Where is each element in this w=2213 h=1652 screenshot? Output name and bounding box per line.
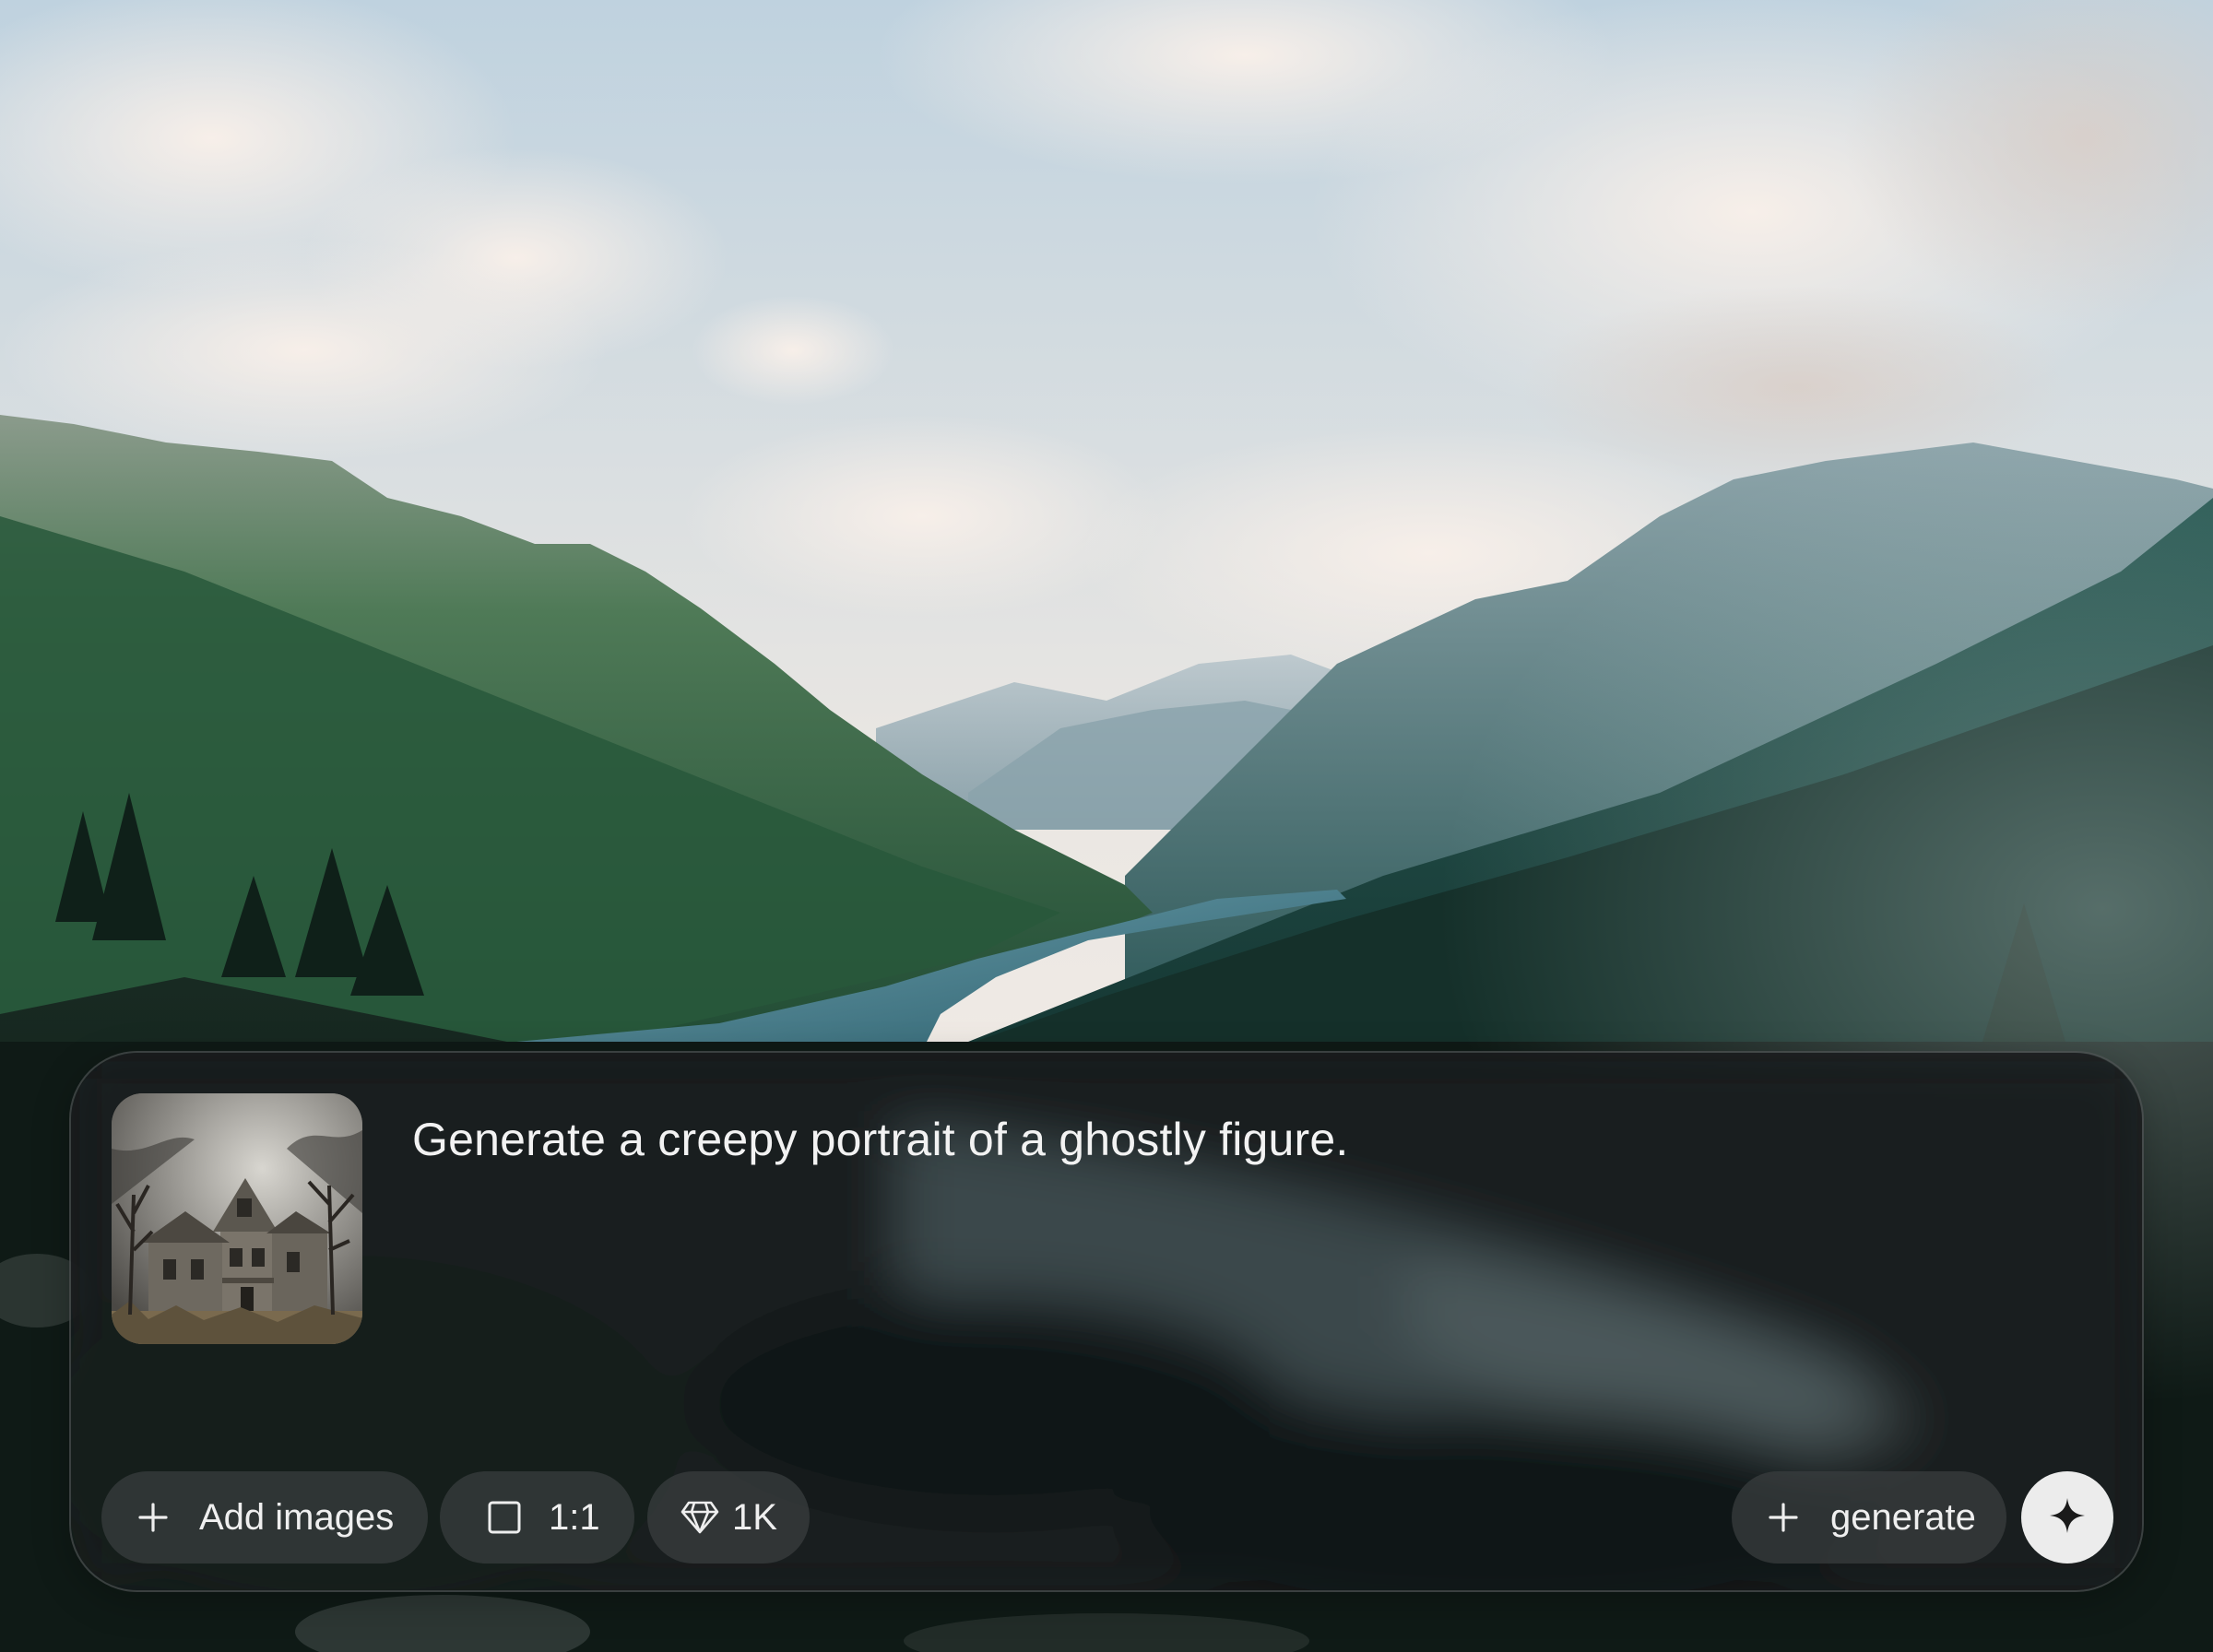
resolution-button[interactable]: 1K — [647, 1471, 810, 1564]
prompt-text[interactable]: Generate a creepy portrait of a ghostly … — [412, 1110, 2053, 1169]
reference-image-thumbnail[interactable] — [112, 1093, 362, 1344]
resolution-label: 1K — [732, 1496, 777, 1538]
plus-icon — [1767, 1501, 1800, 1534]
add-images-label: Add images — [199, 1496, 395, 1538]
send-button[interactable] — [2021, 1471, 2113, 1564]
generate-mode-button[interactable]: generate — [1732, 1471, 2006, 1564]
add-images-button[interactable]: Add images — [101, 1471, 428, 1564]
sparkle-icon — [2048, 1496, 2087, 1540]
aspect-ratio-button[interactable]: 1:1 — [440, 1471, 634, 1564]
diamond-icon — [679, 1499, 721, 1536]
generate-label: generate — [1830, 1496, 1976, 1538]
plus-icon — [136, 1501, 170, 1534]
prompt-panel: Generate a creepy portrait of a ghostly … — [69, 1051, 2144, 1592]
square-icon — [486, 1499, 523, 1536]
aspect-ratio-label: 1:1 — [549, 1496, 600, 1538]
haunted-house-icon — [112, 1093, 362, 1344]
